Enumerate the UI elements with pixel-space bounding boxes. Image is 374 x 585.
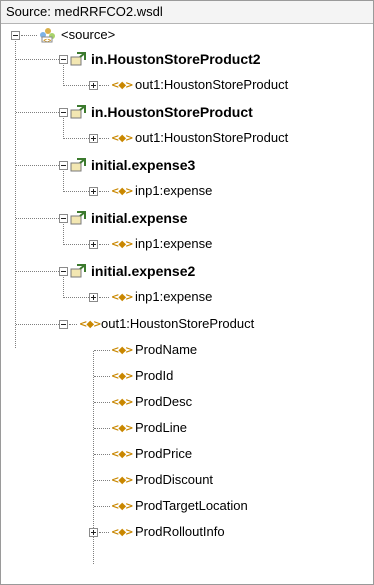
- message-link-icon: [70, 264, 86, 278]
- tree-branch: [99, 85, 109, 86]
- tree-branch: [94, 454, 110, 455]
- rollout-expand-toggle[interactable]: [89, 528, 98, 537]
- source-tree-panel: Source: medRRFCO2.wsdl <> <source> in.Ho…: [0, 0, 374, 585]
- field-label: ProdLine: [135, 420, 188, 435]
- group-5-collapse-toggle[interactable]: [59, 267, 68, 276]
- group-label: in.HoustonStoreProduct: [91, 104, 253, 120]
- tree-branch: [69, 324, 77, 325]
- field-label: ProdRolloutInfo: [135, 524, 225, 539]
- group-1-child-expand-toggle[interactable]: [89, 81, 98, 90]
- group-label: initial.expense3: [91, 157, 196, 173]
- child-label: inp1:expense: [135, 236, 213, 251]
- element-tag-icon: <◆>: [111, 449, 133, 460]
- tree-branch: [16, 59, 59, 60]
- tree-branch: [99, 532, 109, 533]
- tree-branch: [94, 350, 110, 351]
- tree-branch: [16, 324, 59, 325]
- tree-branch: [16, 271, 59, 272]
- message-link-icon: [70, 211, 86, 225]
- element-tag-icon: <◆>: [111, 475, 133, 486]
- message-link-icon: [70, 52, 86, 66]
- group-4-child-expand-toggle[interactable]: [89, 240, 98, 249]
- panel-header: Source: medRRFCO2.wsdl: [1, 1, 373, 24]
- field-label: ProdDiscount: [135, 472, 214, 487]
- element-tag-icon: <◆>: [111, 397, 133, 408]
- field-label: ProdTargetLocation: [135, 498, 248, 513]
- element-collapse-toggle[interactable]: [59, 320, 68, 329]
- field-label: ProdPrice: [135, 446, 193, 461]
- tree-branch: [64, 244, 89, 245]
- element-tag-icon: <◆>: [111, 292, 133, 303]
- element-tag-icon: <◆>: [111, 501, 133, 512]
- tree-branch: [94, 402, 110, 403]
- tree-branch: [94, 376, 110, 377]
- child-label: inp1:expense: [135, 183, 213, 198]
- group-3-collapse-toggle[interactable]: [59, 161, 68, 170]
- source-tree: <> <source> in.HoustonStoreProduct2 <◆> …: [1, 24, 373, 584]
- element-tag-icon: <◆>: [111, 371, 133, 382]
- tree-branch: [99, 297, 109, 298]
- field-label: ProdDesc: [135, 394, 193, 409]
- element-label: out1:HoustonStoreProduct: [101, 316, 255, 331]
- group-2-child-expand-toggle[interactable]: [89, 134, 98, 143]
- tree-branch: [64, 191, 89, 192]
- group-4-collapse-toggle[interactable]: [59, 214, 68, 223]
- tree-branch: [64, 297, 89, 298]
- field-label: ProdId: [135, 368, 174, 383]
- child-label: out1:HoustonStoreProduct: [135, 77, 289, 92]
- tree-branch: [99, 191, 109, 192]
- message-link-icon: [70, 105, 86, 119]
- tree-branch: [21, 35, 37, 36]
- svg-text:<>: <>: [43, 38, 51, 43]
- element-tag-icon: <◆>: [111, 423, 133, 434]
- element-tag-icon: <◆>: [111, 80, 133, 91]
- child-label: inp1:expense: [135, 289, 213, 304]
- group-label: initial.expense: [91, 210, 188, 226]
- tree-branch: [16, 165, 59, 166]
- tree-branch: [94, 428, 110, 429]
- tree-branch: [16, 218, 59, 219]
- tree-root-label: <source>: [61, 27, 116, 42]
- tree-branch: [64, 138, 89, 139]
- element-tag-icon: <◆>: [111, 133, 133, 144]
- group-label: in.HoustonStoreProduct2: [91, 51, 261, 67]
- tree-branch: [94, 480, 110, 481]
- tree-branch: [16, 112, 59, 113]
- tree-branch: [64, 85, 89, 86]
- element-tag-icon: <◆>: [111, 239, 133, 250]
- tree-branch: [94, 506, 110, 507]
- tree-branch: [99, 138, 109, 139]
- element-tag-icon: <◆>: [111, 186, 133, 197]
- child-label: out1:HoustonStoreProduct: [135, 130, 289, 145]
- element-tag-icon: <◆>: [111, 345, 133, 356]
- root-collapse-toggle[interactable]: [11, 31, 20, 40]
- tree-branch: [99, 244, 109, 245]
- group-5-child-expand-toggle[interactable]: [89, 293, 98, 302]
- group-3-child-expand-toggle[interactable]: [89, 187, 98, 196]
- message-link-icon: [70, 158, 86, 172]
- element-tag-icon: <◆>: [79, 319, 101, 330]
- field-label: ProdName: [135, 342, 198, 357]
- group-label: initial.expense2: [91, 263, 196, 279]
- tree-line-root: [15, 36, 16, 348]
- source-root-icon: <>: [40, 28, 55, 43]
- group-2-collapse-toggle[interactable]: [59, 108, 68, 117]
- group-1-collapse-toggle[interactable]: [59, 55, 68, 64]
- element-tag-icon: <◆>: [111, 527, 133, 538]
